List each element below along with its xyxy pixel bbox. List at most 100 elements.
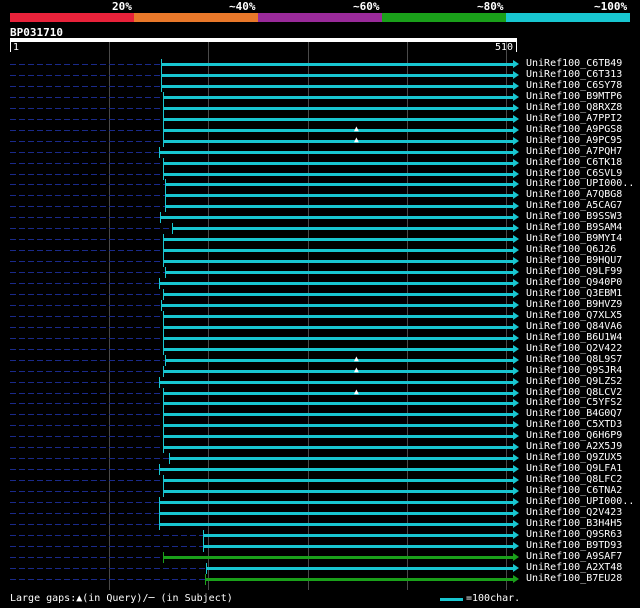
- hit-bar[interactable]: [206, 567, 514, 570]
- hit-bar[interactable]: [163, 370, 514, 373]
- legend-label-40: ~40%: [229, 0, 256, 13]
- hit-bar[interactable]: [161, 63, 514, 66]
- hit-end-arrow-icon: [513, 115, 519, 123]
- unaligned-region: [10, 141, 163, 142]
- hit-bar[interactable]: [161, 304, 514, 307]
- legend-segment-40: [134, 13, 258, 22]
- legend-label-20: 20%: [112, 0, 132, 13]
- unaligned-region: [10, 294, 163, 295]
- unaligned-region: [10, 239, 163, 240]
- hit-bar[interactable]: [163, 424, 514, 427]
- hit-bar[interactable]: [172, 227, 514, 230]
- hit-bar[interactable]: [163, 260, 514, 263]
- hit-bar[interactable]: [163, 118, 514, 121]
- hit-bar[interactable]: [163, 446, 514, 449]
- hit-end-arrow-icon: [513, 104, 519, 112]
- hit-label[interactable]: UniRef100_B7EU28: [526, 573, 622, 585]
- hit-end-arrow-icon: [513, 410, 519, 418]
- hit-bar[interactable]: [163, 293, 514, 296]
- hit-bar[interactable]: [163, 173, 514, 176]
- large-gaps-legend: Large gaps:▲(in Query)/─ (in Subject): [10, 593, 233, 604]
- unaligned-region: [10, 75, 161, 76]
- hit-bar[interactable]: [163, 402, 514, 405]
- unaligned-region: [10, 86, 161, 87]
- unaligned-region: [10, 469, 159, 470]
- unaligned-region: [10, 480, 163, 481]
- hit-end-arrow-icon: [513, 180, 519, 188]
- query-gap-icon: ▲: [354, 354, 359, 363]
- hit-bar[interactable]: [163, 326, 514, 329]
- hit-bar[interactable]: [163, 129, 514, 132]
- hit-bar[interactable]: [165, 271, 514, 274]
- hit-bar[interactable]: [159, 468, 514, 471]
- scale-start-label: 1: [13, 42, 20, 53]
- hit-bar[interactable]: [159, 512, 514, 515]
- unaligned-region: [10, 305, 161, 306]
- unaligned-region: [10, 64, 161, 65]
- unaligned-region: [10, 447, 163, 448]
- hit-bar[interactable]: [165, 183, 514, 186]
- hit-bar[interactable]: [159, 523, 514, 526]
- hit-bar[interactable]: [163, 162, 514, 165]
- hit-bar[interactable]: [159, 501, 514, 504]
- hit-bar[interactable]: [165, 194, 514, 197]
- hit-end-arrow-icon: [513, 345, 519, 353]
- unaligned-region: [10, 174, 163, 175]
- hit-bar[interactable]: [163, 96, 514, 99]
- hit-bar[interactable]: [203, 534, 514, 537]
- hit-bar[interactable]: [159, 282, 514, 285]
- query-gap-icon: ▲: [354, 135, 359, 144]
- hit-bar[interactable]: [163, 479, 514, 482]
- hit-bar[interactable]: [169, 457, 514, 460]
- unaligned-region: [10, 491, 163, 492]
- hit-bar[interactable]: [163, 238, 514, 241]
- hit-end-arrow-icon: [513, 443, 519, 451]
- unaligned-region: [10, 272, 165, 273]
- hit-bar[interactable]: [163, 337, 514, 340]
- hit-end-arrow-icon: [513, 60, 519, 68]
- unaligned-region: [10, 371, 163, 372]
- hit-bar[interactable]: [163, 315, 514, 318]
- hit-bar[interactable]: [163, 435, 514, 438]
- hit-bar[interactable]: [203, 545, 514, 548]
- query-gap-icon: ▲: [354, 387, 359, 396]
- unaligned-region: [10, 502, 159, 503]
- unaligned-region: [10, 458, 169, 459]
- hit-bar[interactable]: [160, 216, 514, 219]
- hit-bar[interactable]: [161, 85, 514, 88]
- hit-bar[interactable]: [163, 107, 514, 110]
- hit-end-arrow-icon: [513, 170, 519, 178]
- hit-bar[interactable]: [165, 205, 514, 208]
- hit-bar[interactable]: [163, 392, 514, 395]
- hit-bar[interactable]: [163, 413, 514, 416]
- hit-bar[interactable]: [205, 578, 514, 581]
- hit-bar[interactable]: [159, 381, 514, 384]
- query-gap-icon: ▲: [354, 365, 359, 374]
- hit-end-arrow-icon: [513, 454, 519, 462]
- hit-end-arrow-icon: [513, 290, 519, 298]
- hit-end-arrow-icon: [513, 159, 519, 167]
- hit-bar[interactable]: [163, 490, 514, 493]
- unaligned-region: [10, 414, 163, 415]
- hit-end-arrow-icon: [513, 487, 519, 495]
- hit-bar[interactable]: [163, 556, 514, 559]
- hit-bar[interactable]: [159, 151, 514, 154]
- unaligned-region: [10, 250, 163, 251]
- hit-bar[interactable]: [165, 359, 514, 362]
- hit-end-arrow-icon: [513, 257, 519, 265]
- hit-bar[interactable]: [161, 74, 514, 77]
- hit-end-arrow-icon: [513, 356, 519, 364]
- hit-bar[interactable]: [163, 249, 514, 252]
- unaligned-region: [10, 195, 165, 196]
- unaligned-region: [10, 316, 163, 317]
- scale-end-label: 510: [495, 42, 514, 53]
- hit-bar[interactable]: [163, 140, 514, 143]
- unaligned-region: [10, 327, 163, 328]
- hit-row[interactable]: UniRef100_B7EU28: [0, 573, 640, 585]
- hit-end-arrow-icon: [513, 312, 519, 320]
- unaligned-region: [10, 425, 163, 426]
- hit-end-arrow-icon: [513, 323, 519, 331]
- hit-end-arrow-icon: [513, 224, 519, 232]
- hit-bar[interactable]: [163, 348, 514, 351]
- unaligned-region: [10, 119, 163, 120]
